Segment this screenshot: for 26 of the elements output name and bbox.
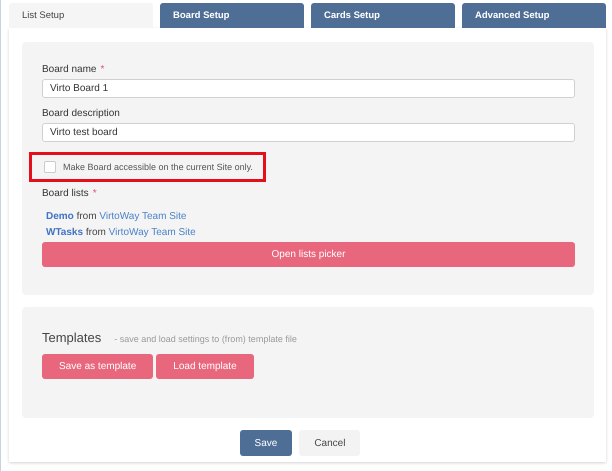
template-button[interactable]: Load template	[156, 354, 254, 379]
required-mark: *	[100, 64, 104, 75]
field-label: Board description	[42, 108, 120, 119]
list-entry: WTasks from VirtoWay Team Site	[46, 226, 197, 240]
list-link[interactable]: WTasks	[46, 227, 84, 238]
list-link[interactable]: Demo	[46, 211, 74, 222]
tab[interactable]: List Setup	[9, 3, 153, 28]
list-entry: Demo from VirtoWay Team Site	[46, 210, 188, 224]
input-field[interactable]: Virto Board 1	[42, 79, 575, 98]
checkbox[interactable]	[44, 161, 56, 173]
open-lists-picker-button[interactable]: Open lists picker	[42, 242, 575, 267]
template-button[interactable]: Save as template	[42, 354, 154, 379]
field-label: Board lists	[42, 188, 89, 199]
checkbox-label: Make Board accessible on the current Site only.	[63, 162, 253, 172]
section-hint: - save and load settings to (from) template file	[114, 334, 297, 344]
required-mark: *	[92, 188, 97, 199]
cancel-button[interactable]: Cancel	[299, 430, 360, 456]
save-button[interactable]: Save	[240, 430, 292, 456]
site-link[interactable]: VirtoWay Team Site	[108, 227, 196, 238]
field-label: Board name	[42, 64, 96, 75]
tab[interactable]: Board Setup	[160, 3, 304, 28]
site-link[interactable]: VirtoWay Team Site	[99, 211, 186, 222]
input-field[interactable]: Virto test board	[42, 123, 575, 142]
tab[interactable]: Cards Setup	[311, 3, 455, 28]
tab[interactable]: Advanced Setup	[462, 3, 606, 28]
section-title: Templates	[42, 330, 102, 345]
